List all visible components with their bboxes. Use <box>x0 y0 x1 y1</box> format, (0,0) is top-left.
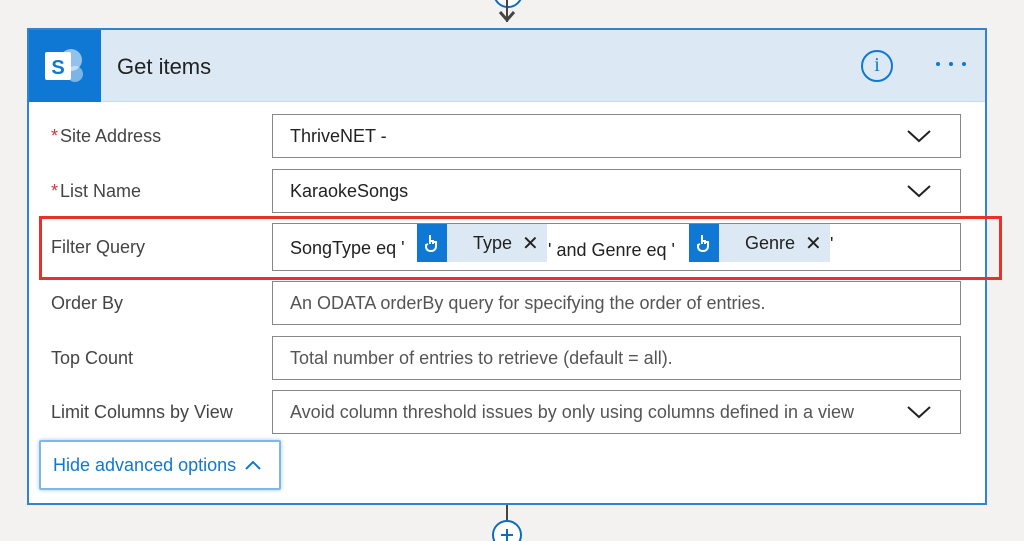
filter-suffix-text: ' <box>830 234 834 254</box>
touch-hand-icon <box>417 224 447 262</box>
top-count-label: Top Count <box>51 348 134 368</box>
info-icon[interactable]: i <box>861 50 893 82</box>
filter-query-label: Filter Query <box>51 237 146 257</box>
site-address-label: * Site Address <box>51 126 162 146</box>
dynamic-token-genre[interactable]: Genre ✕ <box>689 224 830 262</box>
top-count-placeholder: Total number of entries to retrieve (def… <box>290 348 673 368</box>
arrow-down-icon <box>498 11 516 23</box>
token-label-type: Type <box>473 232 513 253</box>
chevron-up-icon <box>245 460 261 470</box>
hide-advanced-options-label: Hide advanced options <box>53 454 237 475</box>
add-step-bottom-button[interactable] <box>492 520 522 541</box>
hide-advanced-options-button[interactable]: Hide advanced options <box>39 440 281 490</box>
token-label-genre: Genre <box>745 232 796 253</box>
chevron-down-icon[interactable] <box>906 403 932 421</box>
site-address-value: ThriveNET - <box>290 126 387 146</box>
required-marker: * <box>51 126 59 146</box>
close-icon[interactable]: ✕ <box>805 231 822 256</box>
list-name-value: KaraokeSongs <box>290 181 409 201</box>
get-items-action-card: S Get items i * Site Address ThriveNET - … <box>27 28 987 505</box>
required-marker: * <box>51 181 59 201</box>
filter-query-input[interactable]: SongType eq ' Type ✕ ' and Genre eq ' Ge… <box>272 223 961 271</box>
chevron-down-icon[interactable] <box>906 127 932 145</box>
limit-columns-label: Limit Columns by View <box>51 402 233 422</box>
dynamic-token-type[interactable]: Type ✕ <box>417 224 547 262</box>
filter-prefix-text: SongType eq ' <box>290 238 405 258</box>
top-count-input[interactable]: Total number of entries to retrieve (def… <box>272 336 961 380</box>
list-name-label: * List Name <box>51 181 142 201</box>
touch-hand-icon <box>689 224 719 262</box>
more-options-button[interactable] <box>929 46 973 82</box>
ellipsis-icon <box>936 62 940 66</box>
limit-columns-dropdown[interactable]: Avoid column threshold issues by only us… <box>272 390 961 434</box>
site-address-dropdown[interactable]: ThriveNET - <box>272 114 961 158</box>
chevron-down-icon[interactable] <box>906 182 932 200</box>
action-title: Get items <box>117 54 212 79</box>
action-header[interactable]: S Get items i <box>29 30 985 102</box>
close-icon[interactable]: ✕ <box>522 231 539 256</box>
order-by-label: Order By <box>51 293 124 313</box>
filter-middle-text: ' and Genre eq ' <box>548 240 675 260</box>
svg-text:S: S <box>51 57 64 79</box>
order-by-input[interactable]: An ODATA orderBy query for specifying th… <box>272 281 961 325</box>
plus-icon <box>501 529 513 541</box>
list-name-dropdown[interactable]: KaraokeSongs <box>272 169 961 213</box>
limit-columns-placeholder: Avoid column threshold issues by only us… <box>290 402 854 422</box>
order-by-placeholder: An ODATA orderBy query for specifying th… <box>290 293 766 313</box>
flow-canvas: S Get items i * Site Address ThriveNET - … <box>0 0 1024 541</box>
sharepoint-icon: S <box>29 30 101 102</box>
